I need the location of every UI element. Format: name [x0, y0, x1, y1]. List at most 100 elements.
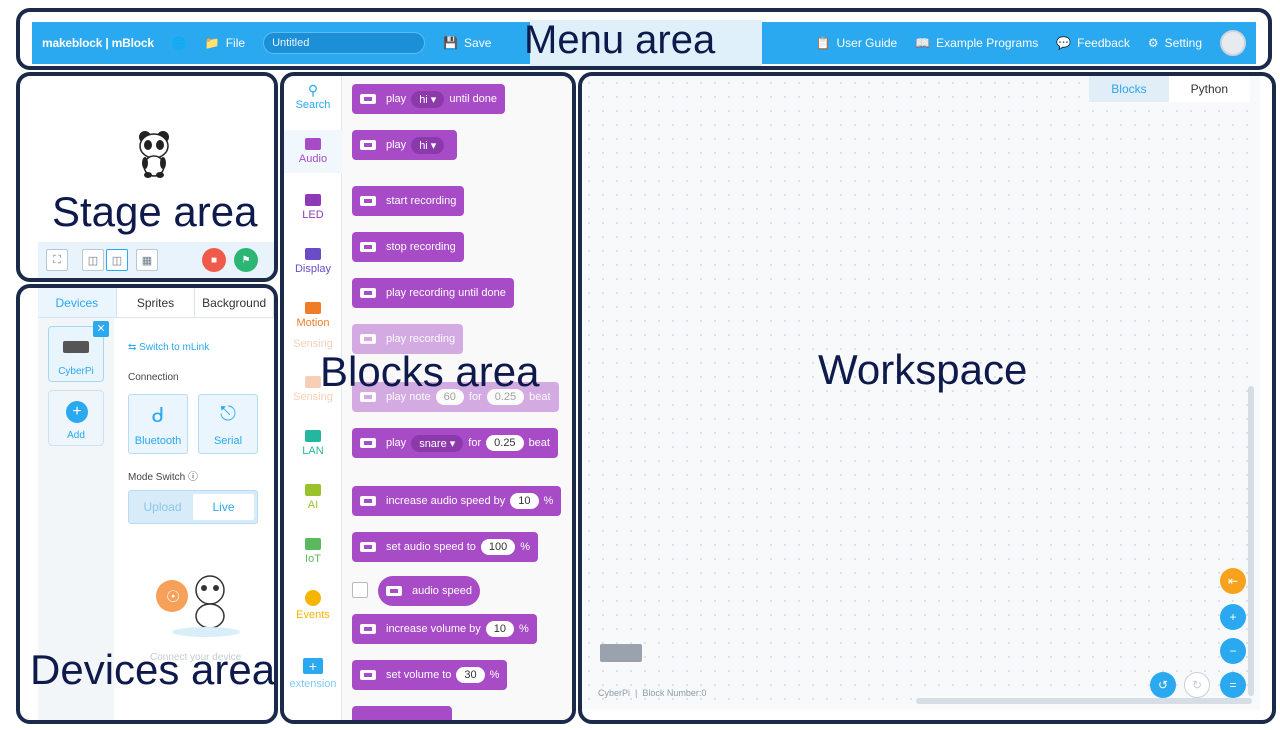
- stop-icon[interactable]: ■: [202, 248, 226, 272]
- script-canvas[interactable]: Blocks Python Workspace CyberPi | Block …: [582, 76, 1260, 710]
- feedback-button[interactable]: 💬 Feedback: [1056, 36, 1130, 50]
- user-guide-button[interactable]: 📋 User Guide: [816, 36, 898, 50]
- category-sensing-1[interactable]: Sensing: [284, 338, 342, 350]
- category-led[interactable]: LED: [284, 194, 342, 221]
- block-start-recording[interactable]: start recording: [352, 186, 465, 216]
- display-category-icon: [305, 248, 321, 260]
- zoom-out-icon[interactable]: −: [1220, 638, 1246, 664]
- blocks-area: ⚲ Search Audio LED Display Motion Sensing…: [280, 72, 576, 724]
- tab-blocks[interactable]: Blocks: [1089, 76, 1169, 102]
- category-events[interactable]: Events: [284, 590, 342, 621]
- normal-stage-icon[interactable]: ◫: [106, 249, 128, 271]
- zoom-reset-icon[interactable]: =: [1220, 672, 1246, 698]
- volume-input[interactable]: 30: [456, 667, 485, 683]
- guide-icon: 📋: [815, 36, 831, 50]
- block-increase-audio-speed[interactable]: increase audio speed by 10%: [352, 486, 562, 516]
- stage-canvas[interactable]: [38, 76, 274, 240]
- fullscreen-icon[interactable]: ⛶: [46, 249, 68, 271]
- tab-background[interactable]: Background: [195, 288, 274, 317]
- language-globe-icon[interactable]: 🌐: [172, 36, 187, 50]
- code-view-tabs: Blocks Python: [1089, 76, 1250, 102]
- cyberpi-block-icon: [360, 624, 376, 634]
- beats-input[interactable]: 0.25: [486, 389, 525, 405]
- cyberpi-block-icon: [360, 496, 376, 506]
- svg-text:☉: ☉: [166, 587, 180, 606]
- block-play-recording-until-done[interactable]: play recording until done: [352, 278, 514, 308]
- zoom-in-icon[interactable]: +: [1220, 604, 1246, 630]
- volume-input[interactable]: 10: [485, 621, 515, 637]
- panda-sprite-icon: [139, 131, 169, 178]
- device-card-cyberpi[interactable]: ✕ CyberPi: [48, 321, 109, 382]
- grid-stage-icon[interactable]: ▦: [136, 249, 158, 271]
- block-play-note[interactable]: play note 60 for 0.25 beat: [352, 382, 559, 412]
- avatar[interactable]: [1220, 30, 1246, 56]
- block-play-drum[interactable]: play snare ▾ for 0.25 beat: [352, 428, 558, 458]
- tab-python[interactable]: Python: [1168, 76, 1250, 102]
- category-iot[interactable]: IoT: [284, 538, 342, 565]
- save-button[interactable]: 💾 Save: [443, 36, 491, 50]
- setting-button[interactable]: ⚙ Setting: [1148, 36, 1202, 50]
- category-ai[interactable]: AI: [284, 484, 342, 511]
- block-set-audio-speed[interactable]: set audio speed to 100%: [352, 532, 539, 562]
- block-increase-volume[interactable]: increase volume by 10%: [352, 614, 537, 644]
- category-sensing-2[interactable]: Sensing: [284, 376, 342, 403]
- block-partial[interactable]: [352, 706, 452, 720]
- save-label: Save: [464, 36, 492, 50]
- mode-switch-label: Mode Switch ⓘ: [128, 472, 199, 483]
- redo-icon[interactable]: ↻: [1184, 672, 1210, 698]
- green-flag-icon[interactable]: ⚑: [234, 248, 258, 272]
- cyberpi-block-icon: [360, 392, 376, 402]
- category-motion[interactable]: Motion: [284, 302, 342, 329]
- category-audio[interactable]: Audio: [284, 130, 342, 173]
- tab-sprites[interactable]: Sprites: [117, 288, 196, 317]
- device-name: CyberPi: [58, 366, 94, 377]
- menu-area: makeblock | mBlock 🌐 📁 File Untitled 💾 Sav…: [16, 8, 1272, 70]
- project-title-input[interactable]: Untitled: [263, 32, 426, 54]
- block-stop-recording[interactable]: stop recording: [352, 232, 464, 262]
- audio-category-icon: [305, 138, 321, 150]
- undo-icon[interactable]: ↺: [1150, 672, 1176, 698]
- connection-label: Connection: [128, 372, 179, 383]
- user-guide-label: User Guide: [836, 36, 898, 50]
- help-icon[interactable]: ⓘ: [188, 472, 198, 483]
- switch-mlink-label: Switch to mLink: [139, 342, 210, 353]
- small-stage-icon[interactable]: ◫: [82, 249, 104, 271]
- live-mode-button[interactable]: Live: [193, 494, 254, 520]
- cyberpi-block-icon: [360, 670, 376, 680]
- file-menu[interactable]: 📁 File: [205, 36, 245, 50]
- bluetooth-button[interactable]: ᑯ Bluetooth: [128, 394, 188, 454]
- sound-dropdown[interactable]: hi ▾: [411, 90, 445, 108]
- block-set-volume[interactable]: set volume to 30%: [352, 660, 508, 690]
- add-device-button[interactable]: + Add: [48, 390, 104, 446]
- serial-button[interactable]: ⎋ Serial: [198, 394, 258, 454]
- tab-devices[interactable]: Devices: [38, 288, 117, 317]
- category-search[interactable]: ⚲ Search: [284, 82, 342, 111]
- vertical-scrollbar[interactable]: [1248, 386, 1254, 696]
- device-list: ✕ CyberPi + Add: [38, 318, 114, 720]
- category-lan[interactable]: LAN: [284, 430, 342, 457]
- upload-mode-button[interactable]: Upload: [132, 494, 193, 520]
- audio-speed-checkbox[interactable]: [352, 582, 368, 598]
- remove-device-icon[interactable]: ✕: [93, 321, 109, 337]
- category-display[interactable]: Display: [284, 248, 342, 275]
- speed-input[interactable]: 10: [510, 493, 539, 509]
- switch-mlink-link[interactable]: ⇆ Switch to mLink: [128, 342, 209, 353]
- cyberpi-block-icon: [360, 438, 376, 448]
- speed-input[interactable]: 100: [480, 539, 516, 555]
- note-input[interactable]: 60: [435, 389, 464, 405]
- collapse-panel-icon[interactable]: ⇤: [1220, 568, 1246, 594]
- drum-dropdown[interactable]: snare ▾: [411, 434, 464, 452]
- block-audio-speed-reporter[interactable]: audio speed: [378, 576, 480, 606]
- category-list: ⚲ Search Audio LED Display Motion Sensing…: [284, 76, 342, 720]
- save-icon: 💾: [443, 36, 459, 50]
- file-label: File: [225, 36, 246, 50]
- block-play-until-done[interactable]: play hi ▾ until done: [352, 84, 506, 114]
- block-play-recording[interactable]: play recording: [352, 324, 464, 354]
- block-play[interactable]: play hi ▾: [352, 130, 458, 160]
- extension-button[interactable]: + extension: [284, 658, 342, 690]
- beats-input[interactable]: 0.25: [486, 435, 524, 451]
- led-category-icon: [305, 194, 321, 206]
- example-programs-button[interactable]: 📖 Example Programs: [915, 36, 1038, 50]
- horizontal-scrollbar[interactable]: [916, 698, 1252, 704]
- sound-dropdown[interactable]: hi ▾: [411, 136, 445, 154]
